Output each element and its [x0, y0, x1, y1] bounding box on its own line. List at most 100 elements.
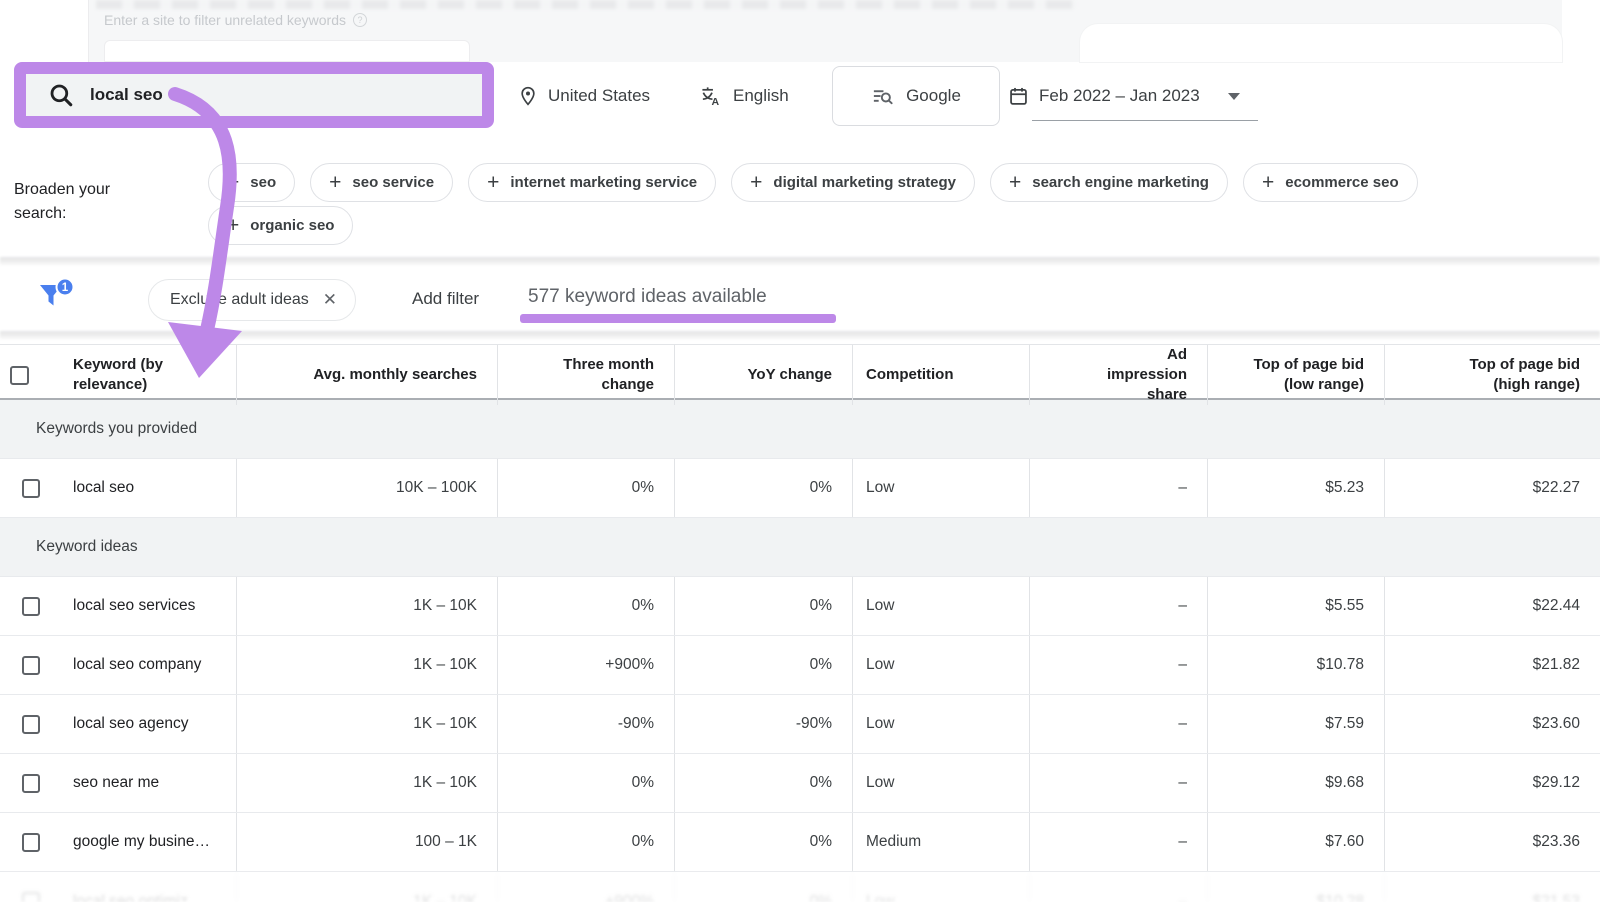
remove-filter-icon[interactable]: ✕ [323, 290, 337, 310]
network-selector-button[interactable]: Google [832, 66, 1000, 126]
bid-high-cell: $22.44 [1385, 577, 1600, 635]
broaden-chip-digital-marketing-strategy[interactable]: + digital marketing strategy [731, 163, 975, 202]
broaden-chip-ecommerce-seo[interactable]: + ecommerce seo [1243, 163, 1418, 202]
avg-monthly-searches-cell: 1K – 10K [237, 695, 498, 753]
broaden-chip-row-1: +seo+seo service+internet marketing serv… [208, 163, 1418, 202]
chip-label: internet marketing service [510, 174, 697, 191]
ad-impression-share-cell: – [1030, 695, 1208, 753]
chip-label: ecommerce seo [1285, 174, 1398, 191]
filter-count-badge: 1 [62, 282, 69, 294]
competition-cell: Low [853, 459, 1030, 517]
site-filter-hint: Enter a site to filter unrelated keyword… [104, 12, 367, 28]
row-checkbox[interactable] [22, 479, 40, 498]
avg-monthly-searches-cell: 1K – 10K [237, 872, 498, 902]
table-row: local seo agency1K – 10K-90%-90%Low–$7.5… [0, 695, 1600, 754]
bid-high-cell: $23.60 [1385, 695, 1600, 753]
keyword-cell: google my busine… [60, 813, 237, 871]
keyword-cell: local seo company [60, 636, 237, 694]
chip-label: seo service [352, 174, 434, 191]
avg-monthly-searches-cell: 10K – 100K [237, 459, 498, 517]
column-header-top-of-page-bid-low[interactable]: Top of page bid (low range) [1208, 345, 1385, 405]
location-label: United States [548, 86, 650, 106]
annotation-underline [520, 314, 836, 323]
language-selector[interactable]: A English [700, 81, 789, 111]
plus-icon: + [1009, 172, 1021, 193]
section-header: Keywords you provided [0, 400, 1600, 459]
broaden-chip-seo[interactable]: +seo [208, 163, 295, 202]
date-range-selector[interactable]: Feb 2022 – Jan 2023 [1008, 81, 1240, 111]
active-filter-label: Exclude adult ideas [170, 291, 309, 309]
table-row-partial: local seo optimiz…1K – 10K+900%0%Low–$10… [0, 872, 1600, 902]
bid-low-cell: $7.59 [1208, 695, 1385, 753]
yoy-change-cell: 0% [675, 813, 853, 871]
competition-cell: Low [853, 754, 1030, 812]
date-range-underline [1032, 120, 1258, 121]
calendar-icon [1008, 85, 1029, 107]
column-header-ad-impression-share[interactable]: Ad impression share [1030, 345, 1208, 405]
ad-impression-share-cell: – [1030, 754, 1208, 812]
column-header-avg-monthly-searches[interactable]: Avg. monthly searches [237, 345, 498, 405]
table-row: local seo10K – 100K0%0%Low–$5.23$22.27 [0, 459, 1600, 518]
row-checkbox[interactable] [22, 597, 40, 616]
keyword-ideas-table: Keyword (by relevance) Avg. monthly sear… [0, 344, 1600, 902]
chip-label: digital marketing strategy [773, 174, 956, 191]
plus-icon: + [750, 172, 762, 193]
table-row: local seo services1K – 10K0%0%Low–$5.55$… [0, 577, 1600, 636]
plus-icon: + [227, 172, 239, 193]
plus-icon: + [1262, 172, 1274, 193]
avg-monthly-searches-cell: 1K – 10K [237, 636, 498, 694]
three-month-change-cell: 0% [498, 459, 675, 517]
active-filter-chip[interactable]: Exclude adult ideas ✕ [148, 279, 356, 321]
competition-cell: Low [853, 695, 1030, 753]
row-checkbox-cell [0, 577, 60, 635]
avg-monthly-searches-cell: 1K – 10K [237, 754, 498, 812]
bid-low-cell: $10.28 [1208, 872, 1385, 902]
table-row: local seo company1K – 10K+900%0%Low–$10.… [0, 636, 1600, 695]
row-checkbox[interactable] [22, 892, 40, 902]
row-checkbox[interactable] [22, 715, 40, 734]
filter-funnel-button[interactable]: 1 [36, 278, 78, 318]
broaden-chip-search-engine-marketing[interactable]: + search engine marketing [990, 163, 1228, 202]
broaden-chip-internet-marketing-service[interactable]: + internet marketing service [468, 163, 716, 202]
competition-cell: Medium [853, 813, 1030, 871]
top-blur-decoration [96, 0, 1076, 9]
avg-monthly-searches-cell: 1K – 10K [237, 577, 498, 635]
row-checkbox-cell [0, 459, 60, 517]
plus-icon: + [487, 172, 499, 193]
plus-icon: + [227, 215, 239, 236]
broaden-chip-seo-service[interactable]: +seo service [310, 163, 453, 202]
three-month-change-cell: 0% [498, 813, 675, 871]
row-checkbox-cell [0, 872, 60, 902]
yoy-change-cell: 0% [675, 754, 853, 812]
table-header-row: Keyword (by relevance) Avg. monthly sear… [0, 344, 1600, 400]
row-checkbox-cell [0, 695, 60, 753]
translate-icon: A [700, 85, 723, 108]
select-all-checkbox[interactable] [10, 366, 29, 385]
ad-impression-share-cell: – [1030, 577, 1208, 635]
three-month-change-cell: +900% [498, 872, 675, 902]
keyword-cell: local seo [60, 459, 237, 517]
chevron-down-icon [1228, 93, 1240, 100]
broaden-chip-row-2: +organic seo [208, 206, 353, 245]
row-checkbox[interactable] [22, 774, 40, 793]
avg-monthly-searches-cell: 100 – 1K [237, 813, 498, 871]
competition-cell: Low [853, 872, 1030, 902]
keyword-planner-page: Enter a site to filter unrelated keyword… [0, 0, 1600, 902]
three-month-change-cell: -90% [498, 695, 675, 753]
keyword-search-box[interactable]: local seo [14, 62, 494, 128]
ad-impression-share-cell: – [1030, 636, 1208, 694]
broaden-chip-organic-seo[interactable]: +organic seo [208, 206, 353, 245]
site-filter-input[interactable] [104, 40, 470, 62]
column-header-keyword[interactable]: Keyword (by relevance) [60, 345, 237, 405]
chip-label: search engine marketing [1032, 174, 1209, 191]
table-row: seo near me1K – 10K0%0%Low–$9.68$29.12 [0, 754, 1600, 813]
row-checkbox[interactable] [22, 833, 40, 852]
add-filter-button[interactable]: Add filter [412, 289, 479, 309]
column-header-yoy-change[interactable]: YoY change [675, 345, 853, 405]
column-header-three-month-change[interactable]: Three month change [498, 345, 675, 405]
location-selector[interactable]: United States [518, 81, 650, 111]
column-header-top-of-page-bid-high[interactable]: Top of page bid (high range) [1385, 345, 1600, 405]
row-checkbox[interactable] [22, 656, 40, 675]
search-icon [48, 82, 74, 108]
column-header-competition[interactable]: Competition [853, 345, 1030, 405]
